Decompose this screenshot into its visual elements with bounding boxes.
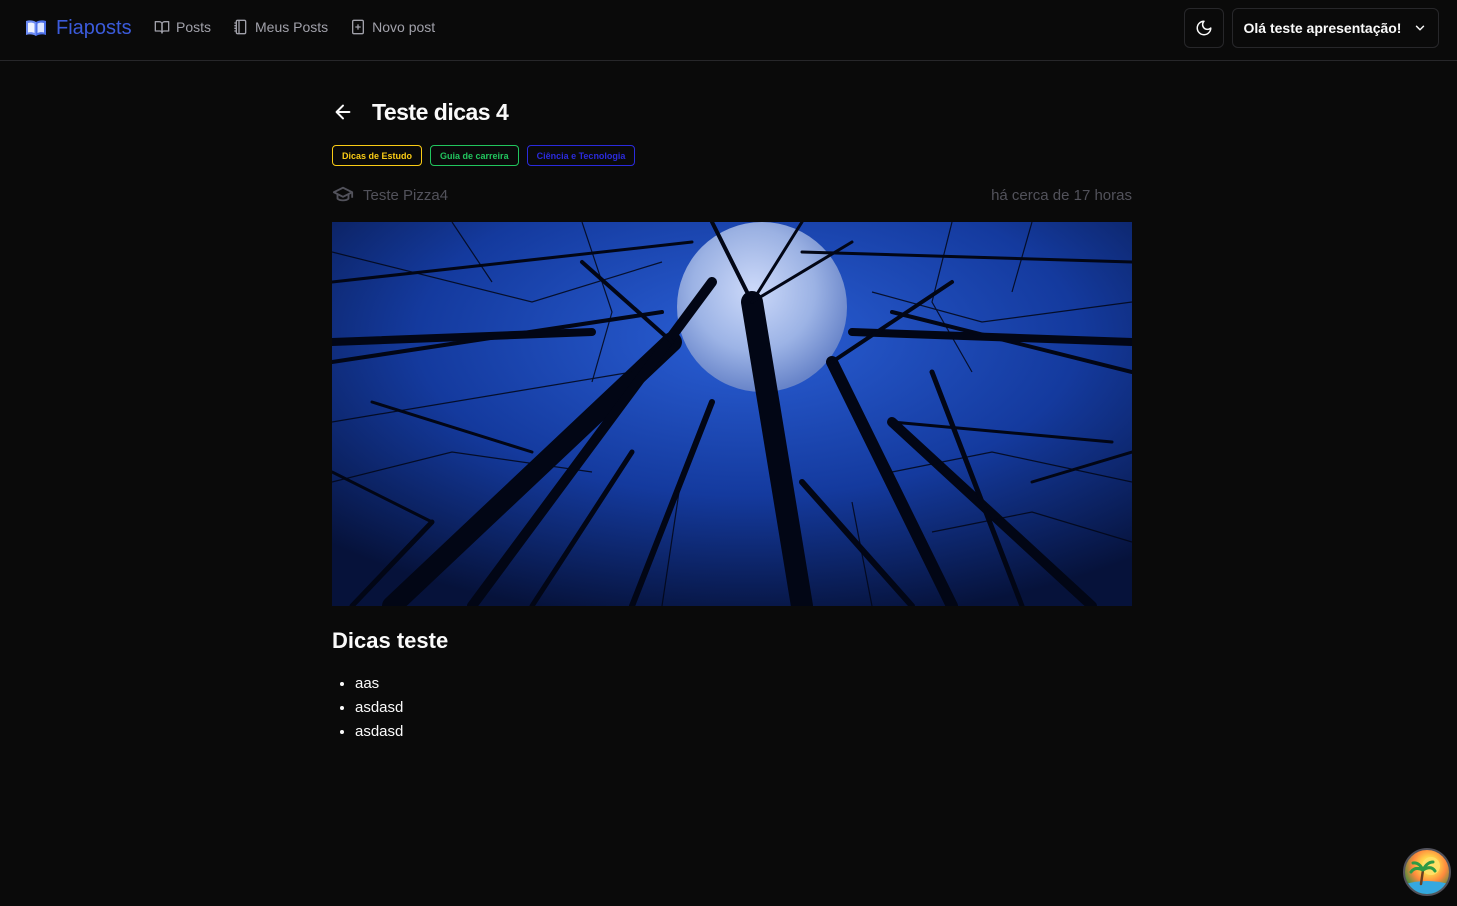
user-menu-button[interactable]: Olá teste apresentação! bbox=[1232, 8, 1439, 48]
chevron-down-icon bbox=[1416, 25, 1425, 31]
brand-logo[interactable]: Fiaposts bbox=[24, 16, 132, 40]
back-button[interactable] bbox=[332, 101, 354, 123]
brand-name: Fiaposts bbox=[56, 16, 132, 39]
book-open-icon bbox=[26, 20, 46, 36]
post-timestamp: há cerca de 17 horas bbox=[991, 186, 1132, 204]
content-list: aas asdasd asdasd bbox=[332, 672, 1132, 744]
post-meta: Teste Pizza4 há cerca de 17 horas bbox=[332, 184, 1132, 206]
nav-links: Posts Meus Posts Novo post bbox=[154, 19, 435, 35]
post-title: Teste dicas 4 bbox=[372, 98, 509, 125]
tag-badge[interactable]: Ciência e Tecnologia bbox=[526, 145, 636, 166]
post-hero-image bbox=[332, 222, 1132, 606]
user-greeting: Olá teste apresentação! bbox=[1243, 20, 1402, 36]
navbar: Fiaposts Posts Meus Posts Novo post Olá … bbox=[0, 0, 1457, 61]
nav-my-posts-label: Meus Posts bbox=[255, 19, 329, 35]
floating-avatar-button[interactable] bbox=[1403, 848, 1451, 896]
content-heading: Dicas teste bbox=[332, 628, 449, 653]
nav-my-posts[interactable]: Meus Posts bbox=[233, 19, 328, 35]
tag-badge[interactable]: Guia de carreira bbox=[430, 145, 519, 166]
nav-new-post[interactable]: Novo post bbox=[350, 19, 435, 35]
file-plus-icon bbox=[352, 19, 365, 35]
arrow-left-icon bbox=[335, 104, 351, 120]
post-title-row: Teste dicas 4 bbox=[332, 96, 1132, 128]
graduation-cap-icon bbox=[332, 186, 354, 202]
book-icon bbox=[154, 21, 170, 34]
post-author: Teste Pizza4 bbox=[332, 184, 448, 206]
palm-tree-icon bbox=[1405, 857, 1449, 894]
nav-posts-label: Posts bbox=[176, 19, 212, 35]
post-article: Teste dicas 4 Dicas de Estudo Guia de ca… bbox=[332, 96, 1132, 744]
tag-badge[interactable]: Dicas de Estudo bbox=[332, 145, 423, 166]
list-item: aas bbox=[355, 672, 1132, 696]
theme-toggle-button[interactable] bbox=[1184, 8, 1224, 48]
nav-new-post-label: Novo post bbox=[372, 19, 436, 35]
moon-icon bbox=[1196, 20, 1212, 36]
author-name: Teste Pizza4 bbox=[363, 186, 449, 204]
nav-posts[interactable]: Posts bbox=[154, 19, 211, 35]
list-item: asdasd bbox=[355, 720, 1132, 744]
list-item: asdasd bbox=[355, 696, 1132, 720]
notebook-icon bbox=[234, 19, 247, 35]
post-tags: Dicas de Estudo Guia de carreira Ciência… bbox=[332, 145, 1132, 166]
